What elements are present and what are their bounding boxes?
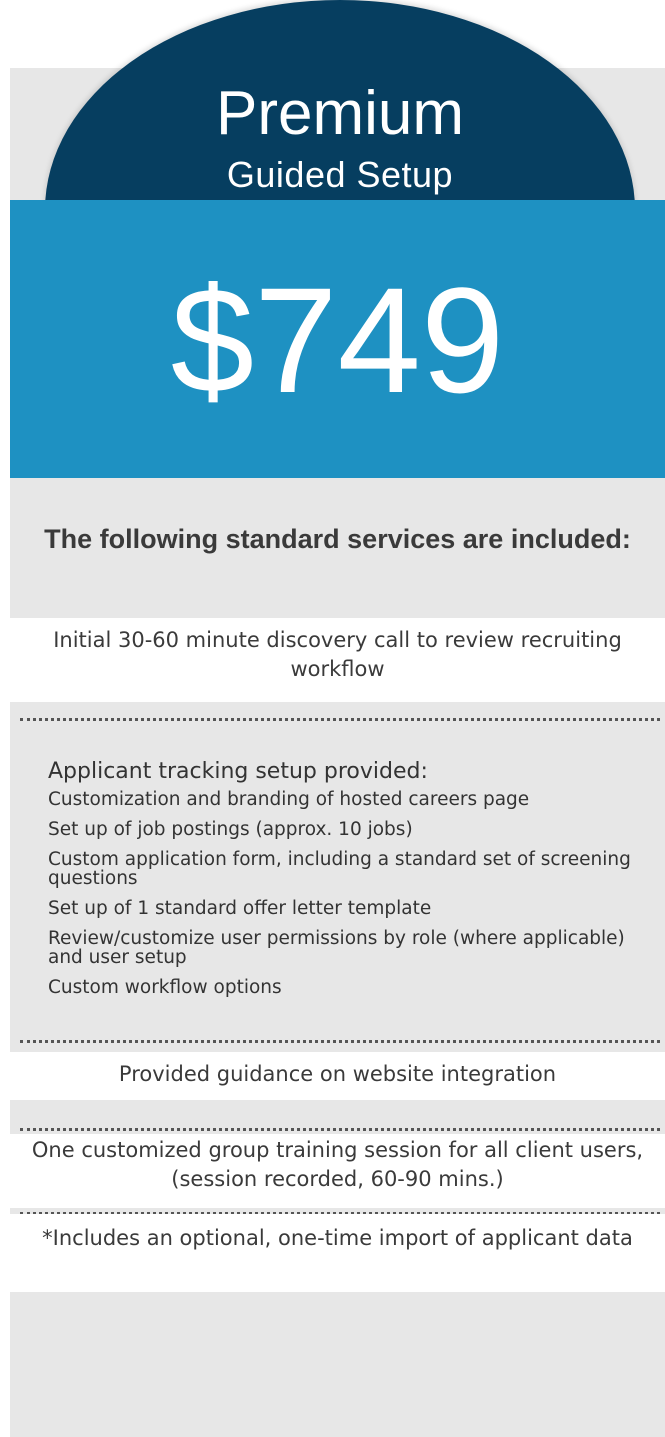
plan-price: $749 <box>170 256 505 424</box>
dotted-divider <box>20 718 660 721</box>
service-training-session: One customized group training session fo… <box>10 1134 665 1208</box>
list-item: Set up of job postings (approx. 10 jobs) <box>48 819 413 840</box>
price-band: $749 <box>10 200 665 478</box>
ats-setup-title: Applicant tracking setup provided: <box>48 759 428 784</box>
list-item: Review/customize user permissions by rol… <box>48 928 625 968</box>
list-item: Customization and branding of hosted car… <box>48 789 530 810</box>
ats-setup-list: Customization and branding of hosted car… <box>48 790 648 1008</box>
service-discovery-call: Initial 30-60 minute discovery call to r… <box>10 618 665 702</box>
list-item: Set up of 1 standard offer letter templa… <box>48 898 432 919</box>
dotted-divider <box>20 1040 660 1043</box>
dotted-divider <box>20 1128 660 1131</box>
service-website-integration: Provided guidance on website integration <box>10 1052 665 1100</box>
plan-subtitle: Guided Setup <box>226 154 454 195</box>
plan-title: Premium <box>215 79 465 148</box>
service-website-text: Provided guidance on website integration <box>118 1062 557 1086</box>
service-import-text: *Includes an optional, one-time import o… <box>42 1226 633 1250</box>
service-data-import: *Includes an optional, one-time import o… <box>10 1214 665 1292</box>
service-training-text: One customized group training session fo… <box>31 1138 644 1191</box>
services-heading: The following standard services are incl… <box>44 524 631 554</box>
service-discovery-text: Initial 30-60 minute discovery call to r… <box>53 628 622 681</box>
list-item: Custom workflow options <box>48 977 282 998</box>
list-item: Custom application form, including a sta… <box>48 849 631 889</box>
